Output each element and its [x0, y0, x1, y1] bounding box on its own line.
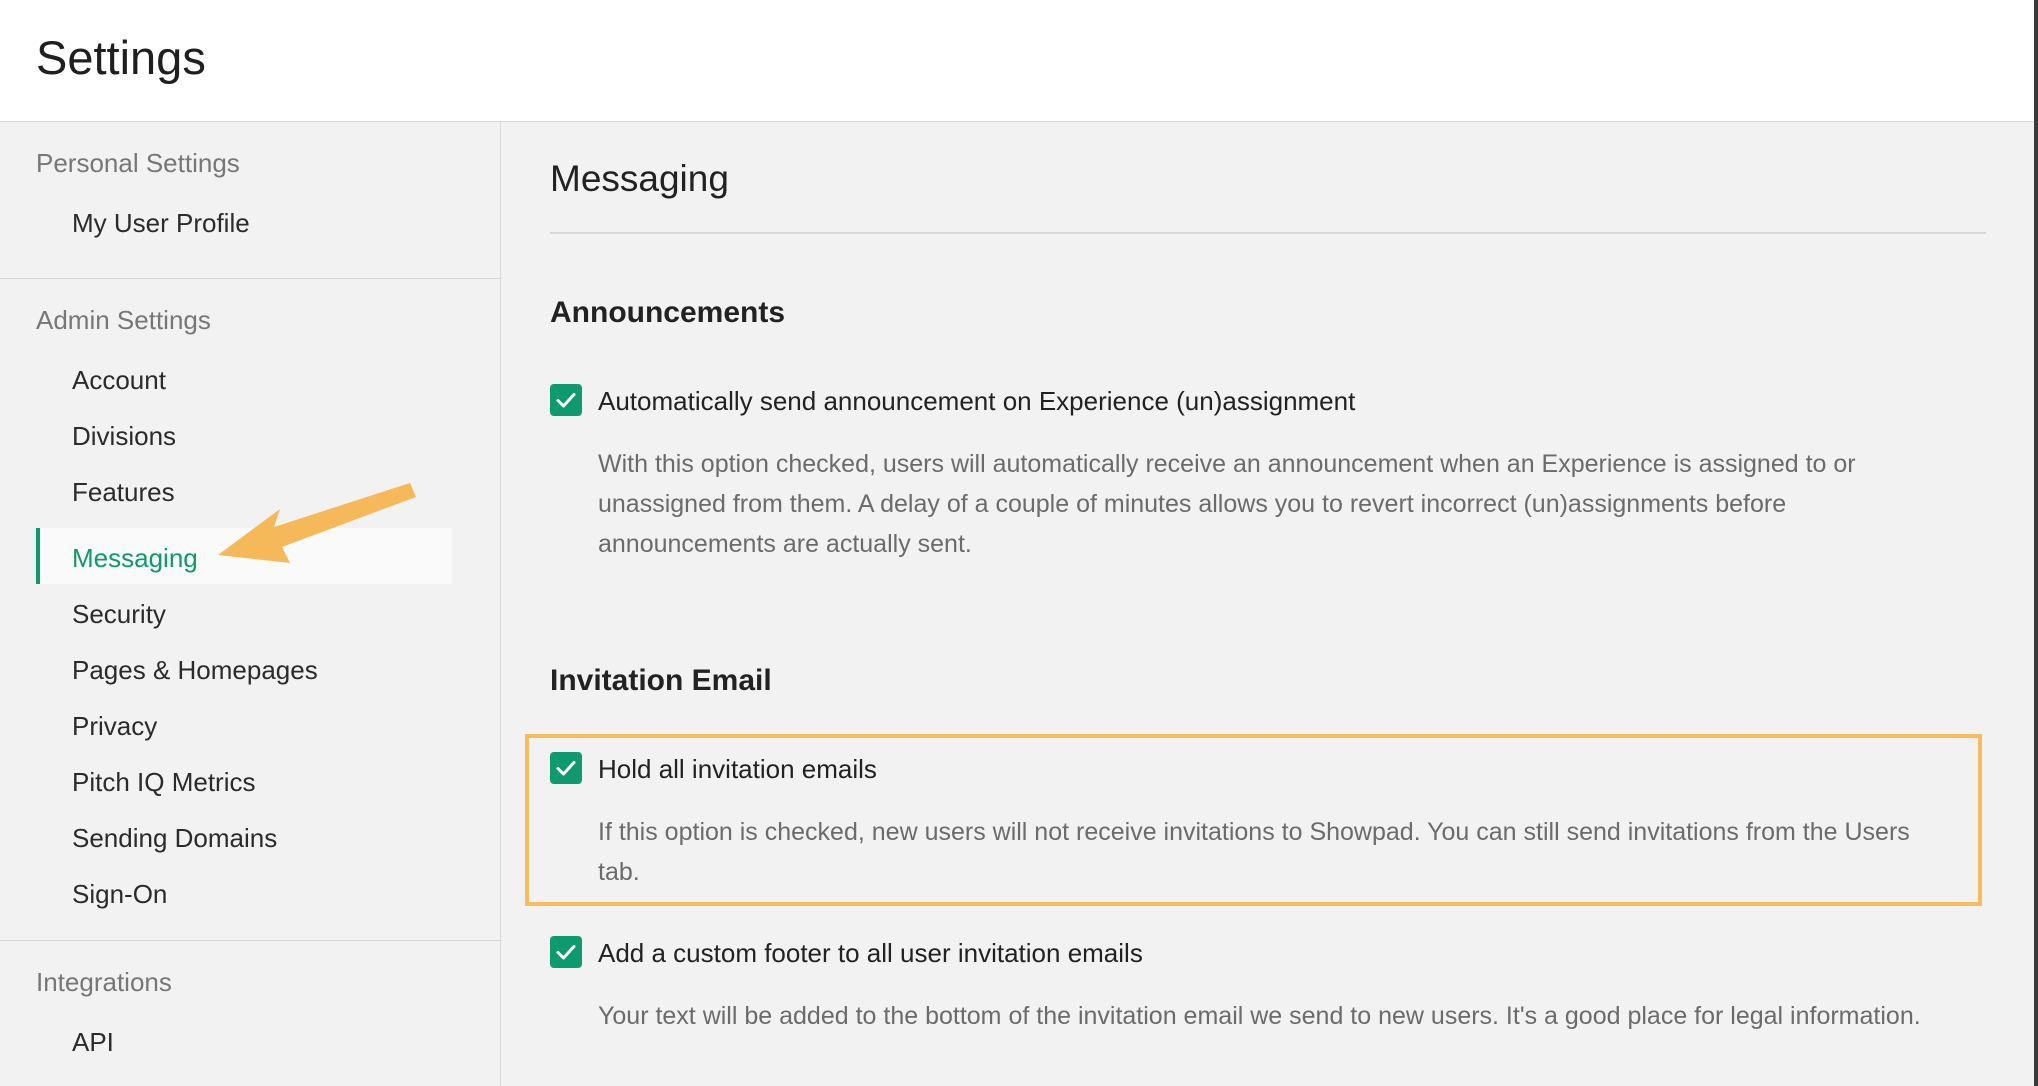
- section-title-announcements: Announcements: [550, 296, 786, 329]
- page-title: Settings: [36, 31, 206, 84]
- main-content: Messaging Announcements Automatically se…: [501, 122, 2034, 1086]
- sidebar-group-integrations: Integrations: [36, 967, 172, 997]
- sidebar-item-privacy[interactable]: Privacy: [72, 711, 157, 742]
- sidebar-item-api[interactable]: API: [72, 1027, 114, 1058]
- announcement-checkbox[interactable]: [550, 384, 582, 416]
- sidebar-item-divisions[interactable]: Divisions: [72, 421, 176, 452]
- sidebar-item-features[interactable]: Features: [72, 477, 175, 508]
- sidebar-item-pages-homepages[interactable]: Pages & Homepages: [72, 655, 318, 686]
- arrow-pointer-icon: [218, 483, 416, 563]
- top-bar: Settings: [0, 0, 2034, 122]
- check-icon: [556, 945, 576, 960]
- title-divider: [550, 232, 1986, 234]
- sidebar-group-personal-settings: Personal Settings: [36, 148, 240, 178]
- sidebar-item-security[interactable]: Security: [72, 599, 166, 630]
- sidebar-item-account[interactable]: Account: [72, 365, 166, 396]
- check-icon: [556, 393, 576, 408]
- sidebar-item-sending-domains[interactable]: Sending Domains: [72, 823, 277, 854]
- sidebar-group-admin-settings: Admin Settings: [36, 305, 211, 335]
- section-page-title: Messaging: [550, 158, 729, 199]
- sidebar-item-messaging[interactable]: Messaging: [72, 543, 198, 574]
- announcement-option-label: Automatically send announcement on Exper…: [598, 386, 1356, 416]
- sidebar-item-my-user-profile[interactable]: My User Profile: [72, 208, 250, 239]
- window-edge: [2034, 0, 2038, 1086]
- sidebar: Personal Settings My User Profile Admin …: [0, 122, 501, 1086]
- sidebar-item-sign-on[interactable]: Sign-On: [72, 879, 167, 910]
- hold-invitations-description: If this option is checked, new users wil…: [598, 818, 1910, 886]
- section-title-invitation-email: Invitation Email: [550, 664, 772, 697]
- hold-invitations-checkbox[interactable]: [550, 752, 582, 784]
- sidebar-item-pitch-iq-metrics[interactable]: Pitch IQ Metrics: [72, 767, 255, 798]
- sidebar-divider: [0, 940, 500, 941]
- announcement-option-description: With this option checked, users will aut…: [598, 450, 1856, 558]
- custom-footer-label: Add a custom footer to all user invitati…: [598, 938, 1143, 968]
- check-icon: [556, 761, 576, 776]
- custom-footer-checkbox[interactable]: [550, 936, 582, 968]
- hold-invitations-label: Hold all invitation emails: [598, 754, 877, 784]
- sidebar-divider: [0, 278, 500, 279]
- custom-footer-description: Your text will be added to the bottom of…: [598, 1002, 1921, 1030]
